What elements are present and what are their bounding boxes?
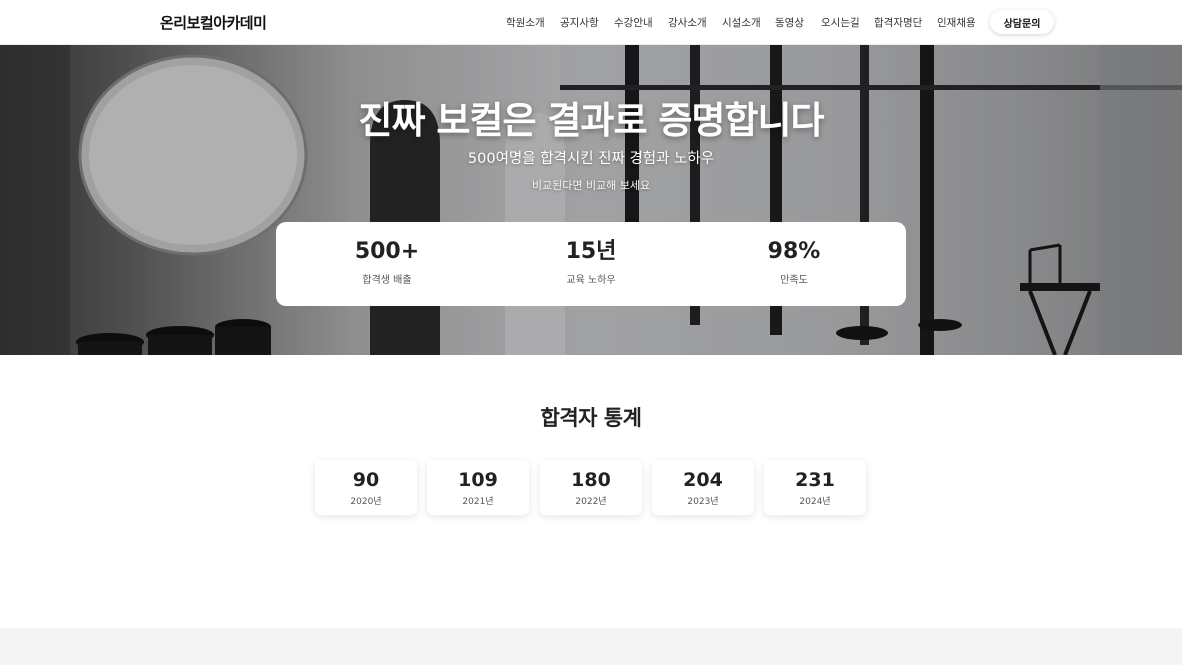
year-stat-card: 109 2021년	[427, 460, 529, 515]
hero-tagline: 비교된다면 비교해 보세요	[531, 179, 651, 192]
year-label: 2020년	[350, 497, 382, 507]
year-label: 2022년	[575, 497, 607, 507]
section-title: 합격자 통계	[540, 406, 642, 430]
nav-item-videos[interactable]: 동영상	[775, 15, 804, 30]
year-stat-card: 180 2022년	[540, 460, 642, 515]
stat-experience: 15년 교육 노하우	[486, 239, 696, 286]
nav-item-passers[interactable]: 합격자명단	[874, 15, 922, 30]
year-count: 204	[683, 469, 723, 491]
nav-item-careers[interactable]: 인재채용	[937, 15, 976, 30]
stat-label: 교육 노하우	[566, 275, 616, 286]
nav-item-notice[interactable]: 공지사항	[560, 15, 599, 30]
year-label: 2024년	[799, 497, 831, 507]
consult-button[interactable]: 상담문의	[990, 10, 1054, 34]
year-stat-card: 204 2023년	[652, 460, 754, 515]
year-label: 2023년	[687, 497, 719, 507]
year-count: 180	[571, 469, 611, 491]
stat-satisfaction: 98% 만족도	[689, 239, 899, 286]
stat-value: 15년	[565, 239, 617, 264]
year-count: 90	[352, 469, 380, 491]
nav-item-facilities[interactable]: 시설소개	[722, 15, 761, 30]
year-stat-card: 90 2020년	[315, 460, 417, 515]
hero-subtitle: 500여명을 합격시킨 진짜 경험과 노하우	[467, 151, 715, 167]
nav-item-instructors[interactable]: 강사소개	[668, 15, 707, 30]
stat-value: 500+	[354, 239, 420, 264]
next-section-band	[0, 628, 1182, 665]
hero-stats-card: 500+ 합격생 배출 15년 교육 노하우 98% 만족도	[276, 222, 906, 306]
hero-banner: 진짜 보컬은 결과로 증명합니다 500여명을 합격시킨 진짜 경험과 노하우 …	[0, 45, 1182, 355]
year-label: 2021년	[462, 497, 494, 507]
nav-item-about[interactable]: 학원소개	[506, 15, 545, 30]
nav-item-directions[interactable]: 오시는길	[821, 15, 860, 30]
stat-label: 합격생 배출	[362, 275, 412, 286]
stat-graduates: 500+ 합격생 배출	[282, 239, 492, 286]
hero-title: 진짜 보컬은 결과로 증명합니다	[358, 99, 824, 142]
stat-label: 만족도	[780, 275, 808, 286]
site-header: 온리보컬아카데미 학원소개 공지사항 수강안내 강사소개 시설소개 동영상 오시…	[0, 0, 1182, 45]
year-count: 109	[458, 469, 498, 491]
stat-value: 98%	[767, 239, 821, 264]
year-count: 231	[795, 469, 835, 491]
year-stat-card: 231 2024년	[764, 460, 866, 515]
nav-item-courses[interactable]: 수강안내	[614, 15, 653, 30]
